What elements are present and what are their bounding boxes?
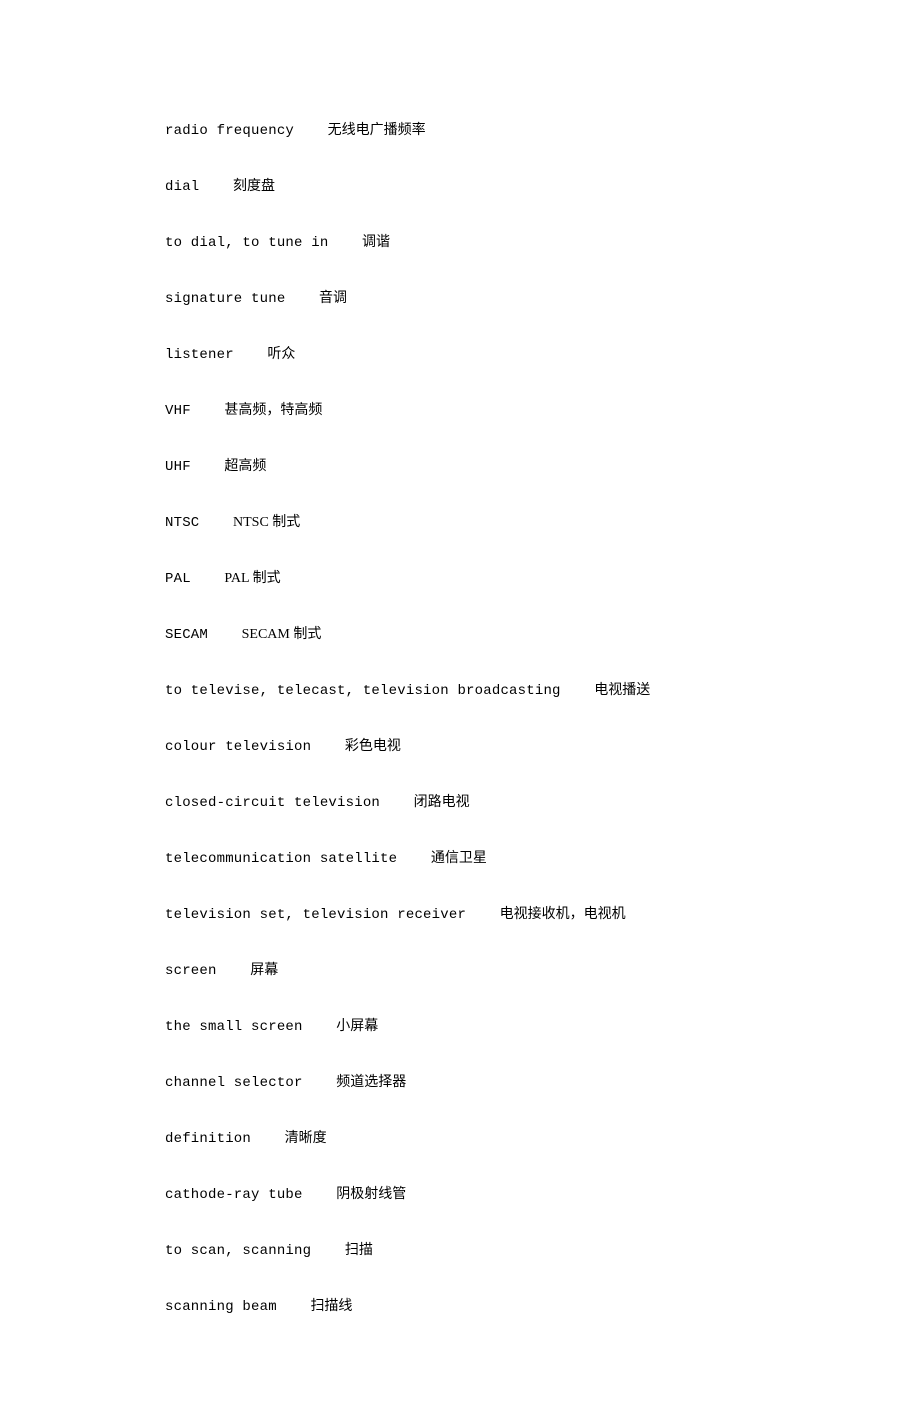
gap [191,459,225,475]
term: to televise, telecast, television broadc… [165,683,561,699]
gap [199,179,233,195]
term: cathode-ray tube [165,1187,303,1203]
gap [303,1187,337,1203]
definition: 超高频 [224,459,266,474]
gap [311,1243,345,1259]
term: dial [165,179,199,195]
gap [380,795,414,811]
definition: 扫描 [345,1243,373,1258]
definition: 听众 [267,347,295,362]
vocab-entry: television set, television receiver 电视接收… [165,904,755,926]
gap [191,403,225,419]
gap [251,1131,285,1147]
term: channel selector [165,1075,303,1091]
vocab-entry: SECAM SECAM 制式 [165,624,755,646]
term: the small screen [165,1019,303,1035]
gap [191,571,225,587]
definition: 甚高频，特高频 [224,403,322,418]
gap [466,907,500,923]
gap [311,739,345,755]
term: radio frequency [165,123,294,139]
vocab-entry: to dial, to tune in 调谐 [165,232,755,254]
gap [397,851,431,867]
gap [208,627,242,643]
definition: 频道选择器 [336,1075,406,1090]
vocab-entry: screen 屏幕 [165,960,755,982]
vocab-entry: PAL PAL 制式 [165,568,755,590]
term: NTSC [165,515,199,531]
gap [303,1019,337,1035]
gap [199,515,233,531]
definition: 电视播送 [594,683,650,698]
definition: 扫描线 [310,1299,352,1314]
term: television set, television receiver [165,907,466,923]
vocab-entry: UHF 超高频 [165,456,755,478]
vocab-entry: radio frequency 无线电广播频率 [165,120,755,142]
definition: 闭路电视 [414,795,470,810]
definition: 阴极射线管 [336,1187,406,1202]
gap [303,1075,337,1091]
gap [285,291,319,307]
definition: 清晰度 [285,1131,327,1146]
gap [561,683,595,699]
vocab-entry: definition 清晰度 [165,1128,755,1150]
vocab-entry: scanning beam 扫描线 [165,1296,755,1318]
gap [294,123,328,139]
term: scanning beam [165,1299,277,1315]
definition: NTSC 制式 [233,515,300,530]
definition: SECAM 制式 [242,627,322,642]
definition: 音调 [319,291,347,306]
gap [217,963,251,979]
vocab-entry: signature tune 音调 [165,288,755,310]
vocab-entry: to televise, telecast, television broadc… [165,680,755,702]
term: UHF [165,459,191,475]
gap [328,235,362,251]
term: closed-circuit television [165,795,380,811]
vocab-entry: to scan, scanning 扫描 [165,1240,755,1262]
term: SECAM [165,627,208,643]
vocab-entry: colour television 彩色电视 [165,736,755,758]
term: signature tune [165,291,285,307]
vocabulary-list: radio frequency 无线电广播频率 dial 刻度盘 to dial, … [165,120,755,1318]
gap [277,1299,311,1315]
term: PAL [165,571,191,587]
vocab-entry: channel selector 频道选择器 [165,1072,755,1094]
term: definition [165,1131,251,1147]
term: telecommunication satellite [165,851,397,867]
definition: 彩色电视 [345,739,401,754]
vocab-entry: telecommunication satellite 通信卫星 [165,848,755,870]
definition: 调谐 [362,235,390,250]
definition: 通信卫星 [431,851,487,866]
vocab-entry: the small screen 小屏幕 [165,1016,755,1038]
term: to dial, to tune in [165,235,328,251]
gap [234,347,268,363]
term: listener [165,347,234,363]
term: screen [165,963,217,979]
definition: PAL 制式 [224,571,280,586]
term: to scan, scanning [165,1243,311,1259]
vocab-entry: cathode-ray tube 阴极射线管 [165,1184,755,1206]
vocab-entry: closed-circuit television 闭路电视 [165,792,755,814]
vocab-entry: NTSC NTSC 制式 [165,512,755,534]
definition: 刻度盘 [233,179,275,194]
definition: 屏幕 [250,963,278,978]
definition: 小屏幕 [336,1019,378,1034]
vocab-entry: VHF 甚高频，特高频 [165,400,755,422]
vocab-entry: listener 听众 [165,344,755,366]
definition: 无线电广播频率 [328,123,426,138]
term: colour television [165,739,311,755]
vocab-entry: dial 刻度盘 [165,176,755,198]
term: VHF [165,403,191,419]
definition: 电视接收机，电视机 [500,907,626,922]
